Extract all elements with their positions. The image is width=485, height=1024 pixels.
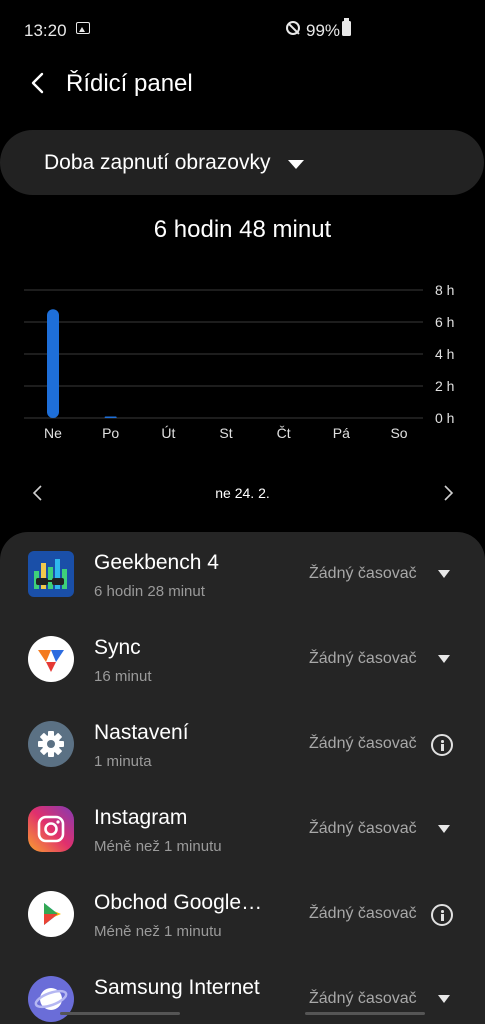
- timer-dropdown-icon[interactable]: [438, 655, 450, 663]
- app-name: Obchod Google…: [94, 891, 263, 914]
- nav-handle-left[interactable]: [60, 1012, 180, 1015]
- page-title: Řídicí panel: [66, 70, 193, 97]
- app-usage-time: 1 minuta: [94, 753, 152, 770]
- metric-selector-label: Doba zapnutí obrazovky: [44, 151, 271, 174]
- battery-icon: [342, 18, 351, 36]
- app-timer-status: Žádný časovač: [309, 650, 417, 667]
- app-timer-status: Žádný časovač: [309, 990, 417, 1007]
- geekbench-icon: [28, 551, 74, 597]
- sync-icon: [28, 636, 74, 682]
- do-not-disturb-icon: [286, 21, 300, 35]
- app-row-settings[interactable]: Nastavení 1 minuta Žádný časovač: [0, 702, 485, 787]
- app-name: Sync: [94, 636, 141, 659]
- chart-x-tick-label: Út: [161, 425, 175, 441]
- app-timer-status: Žádný časovač: [309, 905, 417, 922]
- nav-handle-right[interactable]: [305, 1012, 425, 1015]
- metric-selector-dropdown[interactable]: Doba zapnutí obrazovky: [0, 130, 484, 195]
- app-name: Geekbench 4: [94, 551, 219, 574]
- chart-y-tick-label: 8 h: [435, 282, 454, 298]
- chart-x-tick-label: So: [390, 425, 407, 441]
- app-row-play-store[interactable]: Obchod Google… Méně než 1 minutu Žádný č…: [0, 872, 485, 957]
- gallery-notification-icon: [76, 22, 90, 34]
- app-usage-time: Méně než 1 minutu: [94, 923, 222, 940]
- chart-y-tick-label: 2 h: [435, 378, 454, 394]
- status-bar: 13:20 99%: [0, 0, 485, 58]
- app-row-geekbench[interactable]: Geekbench 4 6 hodin 28 minut Žádný časov…: [0, 532, 485, 617]
- timer-dropdown-icon[interactable]: [438, 570, 450, 578]
- app-usage-time: 16 minut: [94, 668, 152, 685]
- chart-bar: [47, 309, 59, 418]
- chart-bar: [104, 416, 117, 418]
- timer-dropdown-icon[interactable]: [438, 825, 450, 833]
- app-usage-time: 6 hodin 28 minut: [94, 583, 205, 600]
- app-name: Samsung Internet: [94, 976, 260, 999]
- chart-y-tick-label: 4 h: [435, 346, 454, 362]
- instagram-icon: [28, 806, 74, 852]
- app-timer-status: Žádný časovač: [309, 735, 417, 752]
- next-day-button[interactable]: [438, 482, 458, 504]
- selected-date: ne 24. 2.: [215, 485, 270, 501]
- system-navigation-bar: [0, 1010, 485, 1024]
- chart-x-tick-label: Po: [102, 425, 119, 441]
- usage-chart: 8 h 6 h 4 h 2 h 0 h Ne Po Út St Čt Pá So: [0, 275, 485, 450]
- app-name: Instagram: [94, 806, 188, 829]
- total-screen-time: 6 hodin 48 minut: [153, 216, 332, 243]
- chart-x-tick-label: Čt: [277, 425, 291, 441]
- app-row-sync[interactable]: Sync 16 minut Žádný časovač: [0, 617, 485, 702]
- usage-chart-svg: 8 h 6 h 4 h 2 h 0 h Ne Po Út St Čt Pá So: [24, 282, 454, 441]
- chart-y-tick-label: 0 h: [435, 410, 454, 426]
- back-button[interactable]: [26, 70, 52, 96]
- chevron-right-icon: [444, 485, 454, 501]
- chart-x-tick-label: St: [219, 425, 232, 441]
- app-row-instagram[interactable]: Instagram Méně než 1 minutu Žádný časova…: [0, 787, 485, 872]
- chevron-left-icon: [31, 72, 44, 94]
- settings-gear-icon: [28, 721, 74, 767]
- app-timer-status: Žádný časovač: [309, 565, 417, 582]
- app-name: Nastavení: [94, 721, 189, 744]
- info-icon[interactable]: [431, 734, 453, 756]
- chart-x-tick-label: Ne: [44, 425, 62, 441]
- play-store-icon: [28, 891, 74, 937]
- app-usage-time: Méně než 1 minutu: [94, 838, 222, 855]
- app-timer-status: Žádný časovač: [309, 820, 417, 837]
- battery-percentage: 99%: [306, 21, 341, 40]
- chart-y-tick-label: 6 h: [435, 314, 454, 330]
- caret-down-icon: [288, 160, 304, 169]
- timer-dropdown-icon[interactable]: [438, 995, 450, 1003]
- app-usage-list: Geekbench 4 6 hodin 28 minut Žádný časov…: [0, 532, 485, 1024]
- chart-x-tick-label: Pá: [333, 425, 350, 441]
- info-icon[interactable]: [431, 904, 453, 926]
- status-time: 13:20: [24, 21, 67, 40]
